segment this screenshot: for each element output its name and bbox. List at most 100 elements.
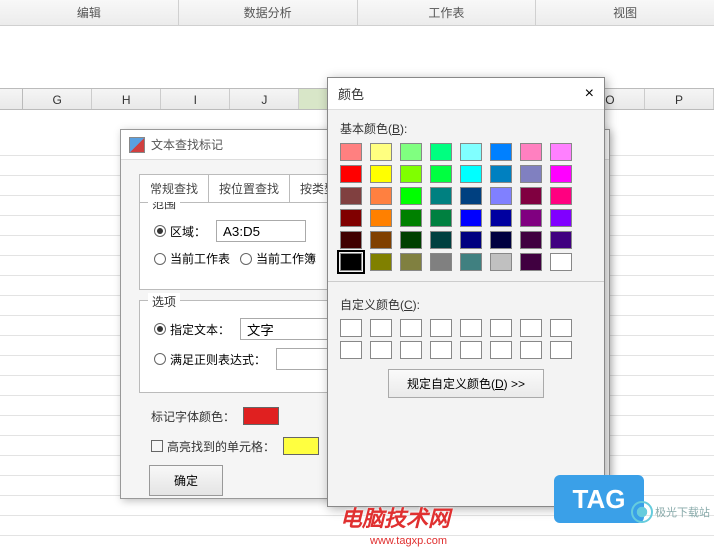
define-custom-color-button[interactable]: 规定自定义颜色(D) >> xyxy=(388,369,544,398)
toolbar-tab-edit[interactable]: 编辑 xyxy=(0,0,179,25)
custom-color-slot[interactable] xyxy=(460,341,482,359)
color-swatch[interactable] xyxy=(490,165,512,183)
color-swatch[interactable] xyxy=(400,143,422,161)
color-swatch[interactable] xyxy=(430,253,452,271)
col-I[interactable]: I xyxy=(161,89,230,109)
color-swatch[interactable] xyxy=(520,165,542,183)
color-swatch[interactable] xyxy=(550,231,572,249)
color-swatch[interactable] xyxy=(370,253,392,271)
custom-color-slot[interactable] xyxy=(340,319,362,337)
color-swatch[interactable] xyxy=(490,231,512,249)
custom-color-slot[interactable] xyxy=(430,319,452,337)
custom-color-slot[interactable] xyxy=(400,319,422,337)
color-swatch[interactable] xyxy=(430,187,452,205)
custom-color-slot[interactable] xyxy=(340,341,362,359)
area-input[interactable] xyxy=(216,220,306,242)
color-swatch[interactable] xyxy=(490,209,512,227)
radio-text-label: 指定文本： xyxy=(170,321,230,338)
radio-regex[interactable]: 满足正则表达式： xyxy=(154,351,266,368)
custom-color-slot[interactable] xyxy=(400,341,422,359)
custom-color-slot[interactable] xyxy=(370,341,392,359)
custom-colors-label: 自定义颜色(C): xyxy=(340,296,592,313)
radio-regex-label: 满足正则表达式： xyxy=(170,351,266,368)
color-swatch[interactable] xyxy=(400,165,422,183)
text-input[interactable] xyxy=(240,318,330,340)
custom-color-slot[interactable] xyxy=(520,319,542,337)
highlight-color-swatch[interactable] xyxy=(283,437,319,455)
color-swatch[interactable] xyxy=(490,143,512,161)
radio-area[interactable]: 区域： xyxy=(154,223,206,240)
color-dialog-close-button[interactable]: × xyxy=(585,85,594,103)
custom-color-slot[interactable] xyxy=(550,341,572,359)
watermark-url: www.tagxp.com xyxy=(370,535,447,547)
col-H[interactable]: H xyxy=(92,89,161,109)
color-swatch[interactable] xyxy=(550,143,572,161)
color-swatch[interactable] xyxy=(340,143,362,161)
radio-text[interactable]: 指定文本： xyxy=(154,321,230,338)
color-swatch[interactable] xyxy=(340,165,362,183)
color-dialog-titlebar[interactable]: 颜色 × xyxy=(328,78,604,110)
toolbar-tab-sheet[interactable]: 工作表 xyxy=(358,0,537,25)
color-swatch[interactable] xyxy=(400,231,422,249)
color-swatch[interactable] xyxy=(430,231,452,249)
color-swatch[interactable] xyxy=(460,231,482,249)
color-swatch[interactable] xyxy=(460,253,482,271)
color-swatch[interactable] xyxy=(370,187,392,205)
color-swatch[interactable] xyxy=(460,165,482,183)
options-group-label: 选项 xyxy=(148,293,180,310)
color-swatch[interactable] xyxy=(550,165,572,183)
custom-color-slot[interactable] xyxy=(490,341,512,359)
mark-color-swatch[interactable] xyxy=(243,407,279,425)
color-swatch[interactable] xyxy=(340,231,362,249)
color-swatch[interactable] xyxy=(490,253,512,271)
color-swatch[interactable] xyxy=(400,253,422,271)
color-swatch[interactable] xyxy=(550,187,572,205)
color-swatch[interactable] xyxy=(550,253,572,271)
color-swatch[interactable] xyxy=(340,209,362,227)
color-swatch[interactable] xyxy=(460,209,482,227)
radio-workbook[interactable]: 当前工作簿 xyxy=(240,250,316,267)
color-swatch[interactable] xyxy=(520,253,542,271)
color-swatch[interactable] xyxy=(340,253,362,271)
color-swatch[interactable] xyxy=(550,209,572,227)
color-swatch[interactable] xyxy=(520,231,542,249)
radio-worksheet-label: 当前工作表 xyxy=(170,250,230,267)
color-swatch[interactable] xyxy=(430,209,452,227)
col-J[interactable]: J xyxy=(230,89,299,109)
custom-color-slot[interactable] xyxy=(490,319,512,337)
ok-button[interactable]: 确定 xyxy=(149,465,223,496)
highlight-checkbox[interactable] xyxy=(151,440,163,452)
col-P[interactable]: P xyxy=(645,89,714,109)
radio-worksheet[interactable]: 当前工作表 xyxy=(154,250,230,267)
color-swatch[interactable] xyxy=(460,187,482,205)
color-swatch[interactable] xyxy=(400,209,422,227)
toolbar-tab-analysis[interactable]: 数据分析 xyxy=(179,0,358,25)
custom-color-slot[interactable] xyxy=(520,341,542,359)
color-swatch[interactable] xyxy=(370,209,392,227)
custom-color-slot[interactable] xyxy=(550,319,572,337)
color-swatch[interactable] xyxy=(430,165,452,183)
tab-normal-find[interactable]: 常规查找 xyxy=(139,174,209,202)
color-swatch[interactable] xyxy=(370,231,392,249)
custom-color-slot[interactable] xyxy=(370,319,392,337)
custom-color-slot[interactable] xyxy=(460,319,482,337)
basic-colors-section: 基本颜色(B): xyxy=(328,110,604,277)
select-all-corner[interactable] xyxy=(0,89,23,109)
color-swatch[interactable] xyxy=(520,187,542,205)
color-swatch[interactable] xyxy=(520,209,542,227)
highlight-label: 高亮找到的单元格： xyxy=(167,438,275,455)
col-G[interactable]: G xyxy=(23,89,92,109)
toolbar-tab-view[interactable]: 视图 xyxy=(536,0,714,25)
watermark-logo: 电脑技术网 xyxy=(340,501,450,533)
custom-color-slot[interactable] xyxy=(430,341,452,359)
tab-position-find[interactable]: 按位置查找 xyxy=(208,174,290,202)
color-swatch[interactable] xyxy=(370,143,392,161)
color-swatch[interactable] xyxy=(430,143,452,161)
color-swatch[interactable] xyxy=(460,143,482,161)
color-swatch[interactable] xyxy=(490,187,512,205)
color-swatch[interactable] xyxy=(340,187,362,205)
basic-colors-label: 基本颜色(B): xyxy=(340,120,592,137)
color-swatch[interactable] xyxy=(400,187,422,205)
color-swatch[interactable] xyxy=(370,165,392,183)
color-swatch[interactable] xyxy=(520,143,542,161)
